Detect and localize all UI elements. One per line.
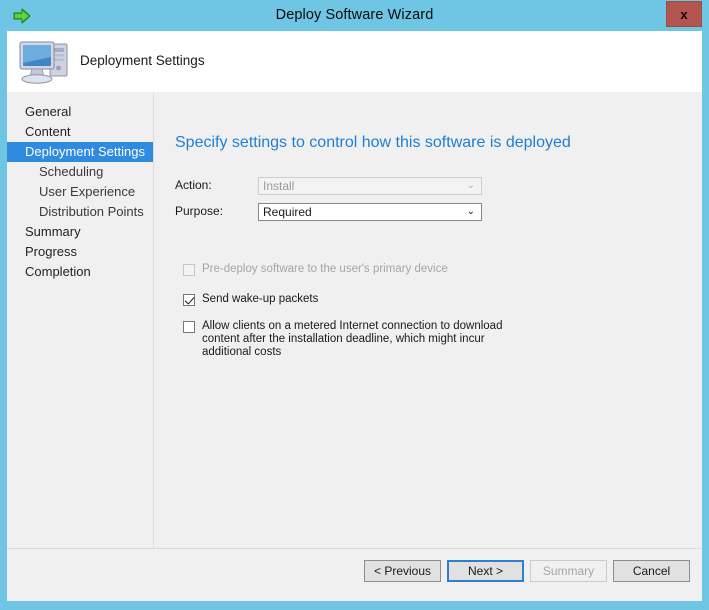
checkbox-label[interactable]: Allow clients on a metered Internet conn… xyxy=(202,320,531,359)
sidebar-item-completion[interactable]: Completion xyxy=(7,262,153,282)
next-button[interactable]: Next > xyxy=(447,560,524,582)
checkbox-2[interactable] xyxy=(183,321,195,333)
deploy-software-wizard-window: Deploy Software Wizard x Deployment Sett… xyxy=(0,0,709,610)
sidebar-item-distribution-points[interactable]: Distribution Points xyxy=(7,202,153,222)
action-dropdown: Install ⌄ xyxy=(258,177,482,195)
previous-button[interactable]: < Previous xyxy=(364,560,441,582)
computer-icon xyxy=(15,35,75,89)
window-client-area: Deployment Settings General Content Deploy… xyxy=(7,31,702,601)
sidebar-item-general[interactable]: General xyxy=(7,102,153,122)
close-icon[interactable]: x xyxy=(666,1,702,27)
wizard-step-navigation: General Content Deployment Settings Schedul… xyxy=(7,92,154,601)
cancel-button[interactable]: Cancel xyxy=(613,560,690,582)
summary-button: Summary xyxy=(530,560,607,582)
chevron-down-icon: ⌄ xyxy=(466,206,475,217)
window-title: Deploy Software Wizard xyxy=(275,7,434,23)
wizard-header: Deployment Settings xyxy=(7,31,702,92)
wizard-header-title: Deployment Settings xyxy=(80,53,205,68)
page-title: Specify settings to control how this sof… xyxy=(175,134,571,151)
main-content: Specify settings to control how this sof… xyxy=(154,92,702,601)
action-selected-value: Install xyxy=(263,179,295,193)
checkbox-label[interactable]: Send wake-up packets xyxy=(202,293,443,306)
sidebar-item-content[interactable]: Content xyxy=(7,122,153,142)
nav-list: General Content Deployment Settings Schedul… xyxy=(7,102,153,282)
sidebar-item-deployment-settings[interactable]: Deployment Settings xyxy=(7,142,153,162)
chevron-down-icon: ⌄ xyxy=(466,180,475,191)
purpose-dropdown[interactable]: Required ⌄ xyxy=(258,203,482,221)
action-label: Action: xyxy=(175,178,212,192)
purpose-field-row: Purpose: Required ⌄ xyxy=(175,203,495,221)
sidebar-item-scheduling[interactable]: Scheduling xyxy=(7,162,153,182)
checkbox-1[interactable] xyxy=(183,294,195,306)
sidebar-item-user-experience[interactable]: User Experience xyxy=(7,182,153,202)
title-bar: Deploy Software Wizard x xyxy=(0,0,709,31)
checkbox-label: Pre-deploy software to the user's primar… xyxy=(202,263,448,275)
sidebar-item-summary[interactable]: Summary xyxy=(7,222,153,242)
wizard-footer: < Previous Next > Summary Cancel xyxy=(7,548,702,601)
purpose-label: Purpose: xyxy=(175,204,224,218)
sidebar-item-progress[interactable]: Progress xyxy=(7,242,153,262)
checkbox-0 xyxy=(183,264,195,276)
purpose-selected-value: Required xyxy=(263,205,312,219)
action-field-row: Action: Install ⌄ xyxy=(175,177,495,195)
